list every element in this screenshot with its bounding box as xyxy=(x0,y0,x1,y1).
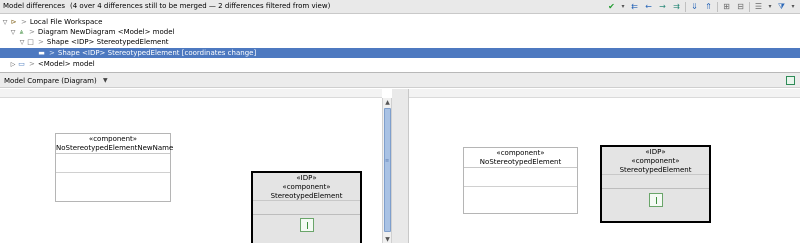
compare-dropdown-icon[interactable]: ▼ xyxy=(103,77,108,84)
tree-chevron: > xyxy=(49,49,55,57)
tree-chevron: > xyxy=(38,38,44,46)
stereotype-idp-label: «IDP» xyxy=(296,174,317,182)
scroll-grip-icon: ≡ xyxy=(385,158,390,164)
filter-dropdown-icon[interactable]: ▾ xyxy=(790,2,796,13)
group-dropdown-icon[interactable]: ▾ xyxy=(767,2,773,13)
filter-icon[interactable]: ⧩ xyxy=(776,2,787,13)
accept-check-icon[interactable]: ✔ xyxy=(606,2,617,13)
tree-label: Diagram NewDiagram <Model> model xyxy=(37,28,175,36)
stereotype-component-label: «component» xyxy=(282,183,331,191)
shape-diff-icon: ▬ xyxy=(38,49,45,57)
stereotype-label: «component» xyxy=(496,149,545,157)
component-box-right[interactable]: «component» NoStereotypedElement xyxy=(463,147,578,214)
scroll-up-icon[interactable]: ▲ xyxy=(384,99,391,106)
shape-icon: □ xyxy=(27,38,34,46)
scroll-down-icon[interactable]: ▼ xyxy=(384,236,391,243)
tree-row-shape-diff-selected[interactable]: ▬ > Shape <IDP> StereotypedElement [coor… xyxy=(0,48,800,58)
tree-chevron: > xyxy=(29,60,35,68)
tree-label: Local File Workspace xyxy=(29,18,103,26)
tree-row-workspace[interactable]: ▽ ⊳ > Local File Workspace xyxy=(0,17,800,27)
expand-toggle-icon[interactable]: ▽ xyxy=(9,29,17,36)
compartment xyxy=(602,175,709,189)
right-canvas-ruler xyxy=(409,89,800,98)
next-diff-icon[interactable]: ⇓ xyxy=(689,2,700,13)
collapse-all-icon[interactable]: ⊟ xyxy=(735,2,746,13)
tree-chevron: > xyxy=(29,28,35,36)
tree-row-shape[interactable]: ▽ □ > Shape <IDP> StereotypedElement xyxy=(0,37,800,47)
port-icon xyxy=(300,218,314,232)
right-diagram-canvas[interactable]: «component» NoStereotypedElement «IDP» «… xyxy=(410,98,800,243)
tree-row-diagram[interactable]: ▽ ⩓ > Diagram NewDiagram <Model> model xyxy=(0,27,800,37)
stereotype-idp-label: «IDP» xyxy=(645,148,666,156)
tree-label: Shape <IDP> StereotypedElement xyxy=(46,38,169,46)
toolbar-separator xyxy=(717,2,718,12)
compartment xyxy=(56,154,170,173)
component-name: NoStereotypedElement xyxy=(479,158,562,166)
left-diagram-canvas[interactable]: «component» NoStereotypedElementNewName … xyxy=(0,98,382,243)
dropdown-arrow-icon[interactable]: ▾ xyxy=(620,2,626,13)
component-header: «component» NoStereotypedElementNewName xyxy=(56,134,174,154)
compartment xyxy=(56,173,170,192)
expand-toggle-icon[interactable]: ▽ xyxy=(1,19,9,26)
idp-box-right[interactable]: «IDP» «component» StereotypedElement xyxy=(600,145,711,223)
model-compare-label: Model Compare (Diagram) xyxy=(4,77,97,85)
idp-header: «IDP» «component» StereotypedElement xyxy=(253,173,360,201)
model-compare-bar: Model Compare (Diagram) ▼ xyxy=(0,72,800,88)
workspace-icon: ⊳ xyxy=(10,18,17,26)
toolbar: ✔ ▾ ⇇ ← → ⇉ ⇓ ⇑ ⊞ ⊟ ☰ ▾ ⧩ ▾ xyxy=(606,1,796,13)
compartment xyxy=(464,168,577,187)
stereotype-label: «component» xyxy=(88,135,138,143)
group-icon[interactable]: ☰ xyxy=(753,2,764,13)
tree-label: Shape <IDP> StereotypedElement [coordina… xyxy=(57,49,257,57)
copy-all-right-icon[interactable]: ⇉ xyxy=(671,2,682,13)
idp-box-left[interactable]: «IDP» «component» StereotypedElement xyxy=(251,171,362,243)
component-box-left[interactable]: «component» NoStereotypedElementNewName xyxy=(55,133,174,202)
panel-layout-icon[interactable] xyxy=(786,76,795,85)
compartment xyxy=(464,187,577,206)
prev-diff-icon[interactable]: ⇑ xyxy=(703,2,714,13)
copy-right-icon[interactable]: → xyxy=(657,2,668,13)
model-folder-icon: ▭ xyxy=(18,60,25,68)
differences-tree: ▽ ⊳ > Local File Workspace ▽ ⩓ > Diagram… xyxy=(0,15,800,71)
scrollbar-thumb[interactable] xyxy=(384,108,391,232)
toolbar-separator xyxy=(749,2,750,12)
port-icon xyxy=(649,193,663,207)
stereotype-component-label: «component» xyxy=(631,157,680,165)
tree-row-model[interactable]: ▷ ▭ > <Model> model xyxy=(0,59,800,69)
canvas-divider[interactable] xyxy=(392,89,409,243)
idp-name: StereotypedElement xyxy=(619,166,692,174)
tree-label: <Model> model xyxy=(37,60,95,68)
collapse-toggle-icon[interactable]: ▷ xyxy=(9,61,17,68)
copy-left-icon[interactable]: ← xyxy=(643,2,654,13)
component-name: NoStereotypedElementNewName xyxy=(56,144,174,152)
header-summary: (4 over 4 differences still to be merged… xyxy=(70,2,331,10)
left-canvas-ruler xyxy=(0,89,382,98)
expand-toggle-icon[interactable]: ▽ xyxy=(18,39,26,46)
tree-chevron: > xyxy=(21,18,27,26)
idp-header: «IDP» «component» StereotypedElement xyxy=(602,147,709,175)
copy-all-left-icon[interactable]: ⇇ xyxy=(629,2,640,13)
idp-name: StereotypedElement xyxy=(270,192,343,200)
model-differences-header: Model differences (4 over 4 differences … xyxy=(0,0,800,14)
compartment xyxy=(253,201,360,215)
component-header: «component» NoStereotypedElement xyxy=(464,148,577,168)
header-diff-label: Model differences xyxy=(3,2,66,10)
diagram-icon: ⩓ xyxy=(19,27,24,36)
toolbar-separator xyxy=(685,2,686,12)
vertical-scrollbar[interactable]: ▲ ≡ ▼ xyxy=(382,98,392,243)
expand-all-icon[interactable]: ⊞ xyxy=(721,2,732,13)
